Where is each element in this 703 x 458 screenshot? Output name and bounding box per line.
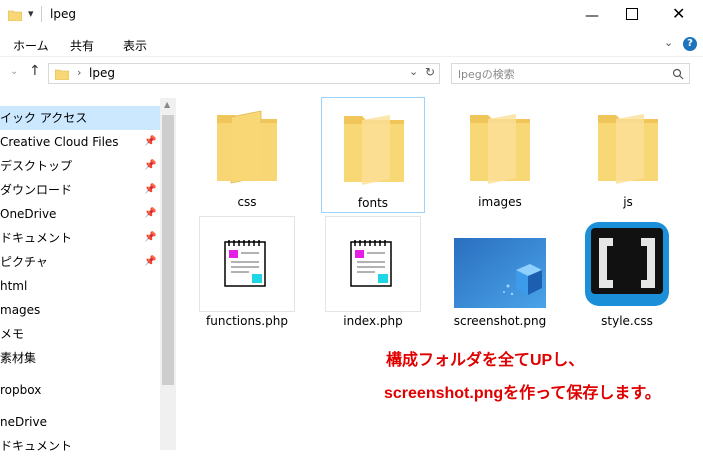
file-name: functions.php	[206, 314, 288, 328]
file-name: images	[478, 195, 522, 209]
file-name: index.php	[343, 314, 403, 328]
tab-share[interactable]: 共有	[70, 37, 94, 54]
file-item-css[interactable]: css	[199, 97, 295, 213]
pin-icon: 📌	[144, 136, 157, 147]
recent-locations-icon[interactable]: ⌄	[10, 66, 18, 77]
file-item-style-css[interactable]: style.css	[579, 216, 675, 328]
nav-item-label: Creative Cloud Files	[0, 135, 119, 149]
nav-item-documents[interactable]: ドキュメント 📌	[0, 226, 160, 250]
scroll-up-icon[interactable]: ▲	[164, 100, 170, 109]
nav-item-documents-2[interactable]: ドキュメント	[0, 434, 160, 458]
refresh-icon[interactable]: ↻	[425, 65, 435, 79]
file-item-images[interactable]: images	[452, 97, 548, 213]
file-name: style.css	[601, 314, 653, 328]
nav-item-label: OneDrive	[0, 207, 57, 221]
pin-icon: 📌	[144, 256, 157, 267]
title-bar: ▾ lpeg — ✕	[0, 0, 703, 32]
brackets-app-icon	[585, 222, 669, 306]
chevron-right-icon[interactable]: ›	[77, 66, 81, 79]
close-button[interactable]: ✕	[672, 4, 685, 23]
nav-scrollbar-thumb[interactable]	[162, 115, 174, 385]
file-name: fonts	[357, 196, 389, 210]
search-icon[interactable]	[672, 68, 684, 80]
nav-item-downloads[interactable]: ダウンロード 📌	[0, 178, 160, 202]
nav-item-desktop[interactable]: デスクトップ 📌	[0, 154, 160, 178]
pin-icon: 📌	[144, 208, 157, 219]
window-title: lpeg	[50, 7, 76, 21]
nav-item-label: ピクチャ	[0, 255, 48, 269]
search-placeholder: lpegの検索	[458, 68, 515, 81]
folder-icon	[217, 110, 277, 184]
nav-item-label: neDrive	[0, 415, 47, 429]
nav-item-label: ドキュメント	[0, 231, 73, 245]
address-bar[interactable]: › lpeg ⌄ ↻	[48, 63, 440, 84]
nav-item-materials[interactable]: 素材集	[0, 346, 160, 370]
php-file-icon	[224, 240, 266, 287]
help-icon[interactable]: ?	[683, 37, 697, 51]
nav-item-quick-access[interactable]: イック アクセス	[0, 106, 160, 130]
quick-access-dropdown-icon[interactable]: ▾	[28, 7, 34, 20]
nav-item-memo[interactable]: メモ	[0, 322, 160, 346]
annotation-line-2: screenshot.pngを作って保存します。	[384, 385, 661, 402]
nav-item-label: イック アクセス	[0, 111, 88, 125]
folder-icon	[598, 114, 658, 184]
folder-icon	[344, 115, 404, 185]
pin-icon: 📌	[144, 184, 157, 195]
nav-item-label: ダウンロード	[0, 183, 73, 197]
nav-item-onedrive[interactable]: OneDrive 📌	[0, 202, 160, 226]
ribbon-expand-icon[interactable]: ⌄	[664, 36, 673, 49]
image-thumbnail	[454, 238, 546, 308]
nav-item-label: デスクトップ	[0, 159, 73, 173]
nav-item-pictures[interactable]: ピクチャ 📌	[0, 250, 160, 274]
file-item-functions-php[interactable]: functions.php	[199, 216, 295, 328]
file-item-fonts[interactable]: fonts	[321, 97, 425, 213]
nav-item-label: メモ	[0, 327, 25, 341]
tab-view[interactable]: 表示	[123, 37, 147, 54]
minimize-button[interactable]: —	[585, 8, 599, 24]
nav-item-images[interactable]: mages	[0, 298, 160, 322]
nav-item-label: html	[0, 279, 28, 293]
php-file-icon	[350, 240, 392, 287]
file-name: js	[623, 195, 633, 209]
folder-icon	[55, 69, 69, 80]
navigation-pane: イック アクセス Creative Cloud Files 📌 デスクトップ 📌 ダ…	[0, 98, 176, 453]
pin-icon: 📌	[144, 160, 157, 171]
file-item-js[interactable]: js	[580, 97, 676, 213]
nav-item-label: ドキュメント	[0, 439, 73, 453]
address-dropdown-icon[interactable]: ⌄	[409, 65, 418, 78]
folder-icon	[8, 10, 22, 21]
nav-item-html[interactable]: html	[0, 274, 160, 298]
nav-item-dropbox[interactable]: ropbox	[0, 378, 160, 402]
nav-item-label: 素材集	[0, 351, 37, 365]
nav-item-label: mages	[0, 303, 41, 317]
tab-home[interactable]: ホーム	[13, 37, 49, 54]
annotation-line-1: 構成フォルダを全てUPし、	[386, 352, 585, 369]
pin-icon: 📌	[144, 232, 157, 243]
nav-item-onedrive-root[interactable]: neDrive	[0, 410, 160, 434]
file-name: css	[237, 195, 257, 209]
up-arrow-icon[interactable]: ↑	[29, 63, 41, 79]
ribbon: ホーム 共有 表示 ⌄ ?	[0, 32, 703, 57]
maximize-button[interactable]	[626, 8, 638, 20]
file-name: screenshot.png	[453, 314, 547, 328]
path-segment[interactable]: lpeg	[89, 66, 115, 80]
folder-icon	[470, 114, 530, 184]
nav-item-label: ropbox	[0, 383, 42, 397]
search-input[interactable]: lpegの検索	[451, 63, 690, 84]
file-item-screenshot-png[interactable]: screenshot.png	[452, 216, 548, 328]
title-divider	[41, 6, 42, 22]
file-item-index-php[interactable]: index.php	[325, 216, 421, 328]
nav-item-creative-cloud[interactable]: Creative Cloud Files 📌	[0, 130, 160, 154]
